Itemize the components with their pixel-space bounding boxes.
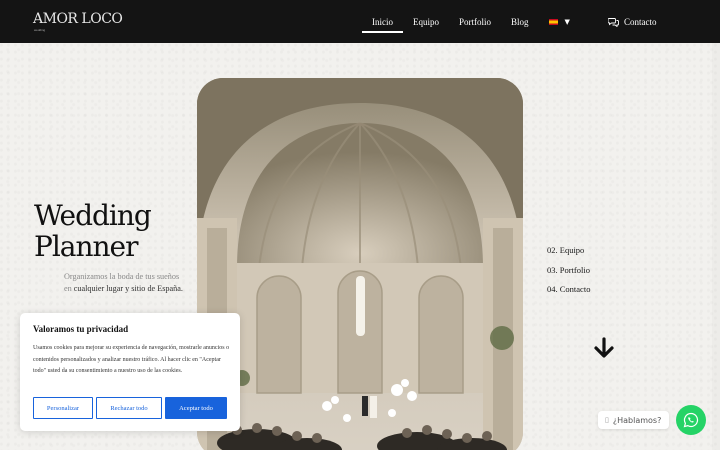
section-nav-portfolio[interactable]: 03. Portfolio (547, 265, 590, 285)
section-nav-equipo[interactable]: 02. Equipo (547, 245, 590, 265)
nav-item-portfolio[interactable]: Portfolio (459, 0, 491, 43)
cookie-text: Usamos cookies para mejorar su experienc… (33, 345, 230, 374)
site-logo[interactable]: AMOR LOCO (33, 11, 123, 27)
contact-link[interactable]: Contacto (608, 0, 657, 43)
whatsapp-mini-icon: ▯ (605, 416, 609, 424)
spain-flag-icon (548, 18, 558, 25)
whatsapp-prompt[interactable]: ▯ ¿Hablamos? (598, 411, 670, 429)
language-selector[interactable]: ▼ (548, 0, 570, 43)
hero-church-photo (197, 78, 523, 450)
section-nav: 02. Equipo 03. Portfolio 04. Contacto (547, 245, 590, 304)
whatsapp-icon (683, 412, 699, 428)
contact-label: Contacto (624, 16, 657, 27)
nav-item-equipo[interactable]: Equipo (413, 0, 439, 43)
hero-title: Wedding Planner (34, 199, 152, 263)
site-header: AMOR LOCO wedding Inicio Equipo Portfoli… (0, 0, 720, 43)
cookie-reject-button[interactable]: Rechazar todo (96, 397, 162, 419)
whatsapp-button[interactable] (676, 405, 706, 435)
cookie-title: Valoramos tu privacidad (33, 324, 129, 334)
cookie-consent-banner: Valoramos tu privacidad Usamos cookies p… (20, 313, 240, 431)
page-scrollbar[interactable] (712, 43, 720, 450)
hero-title-line-1: Wedding (34, 199, 152, 232)
section-nav-contacto[interactable]: 04. Contacto (547, 284, 590, 304)
nav-item-blog[interactable]: Blog (511, 0, 529, 43)
chat-bubbles-icon (608, 17, 619, 27)
main-nav: Inicio Equipo Portfolio Blog ▼ (362, 0, 570, 43)
scroll-down-arrow-icon[interactable] (593, 337, 615, 364)
hero-subtitle-highlight: cualquier lugar y sitio de España. (73, 284, 183, 293)
cookie-accept-button[interactable]: Aceptar todo (165, 397, 227, 419)
hero-subtitle: Organizamos la boda de tus sueños en cua… (64, 271, 184, 295)
nav-item-inicio[interactable]: Inicio (362, 0, 403, 43)
caret-down-icon: ▼ (564, 17, 570, 26)
logo-tagline: wedding (34, 28, 46, 32)
whatsapp-prompt-text: ¿Hablamos? (612, 415, 662, 425)
hero-title-line-2: Planner (34, 230, 139, 263)
cookie-customize-button[interactable]: Personalizar (33, 397, 93, 419)
